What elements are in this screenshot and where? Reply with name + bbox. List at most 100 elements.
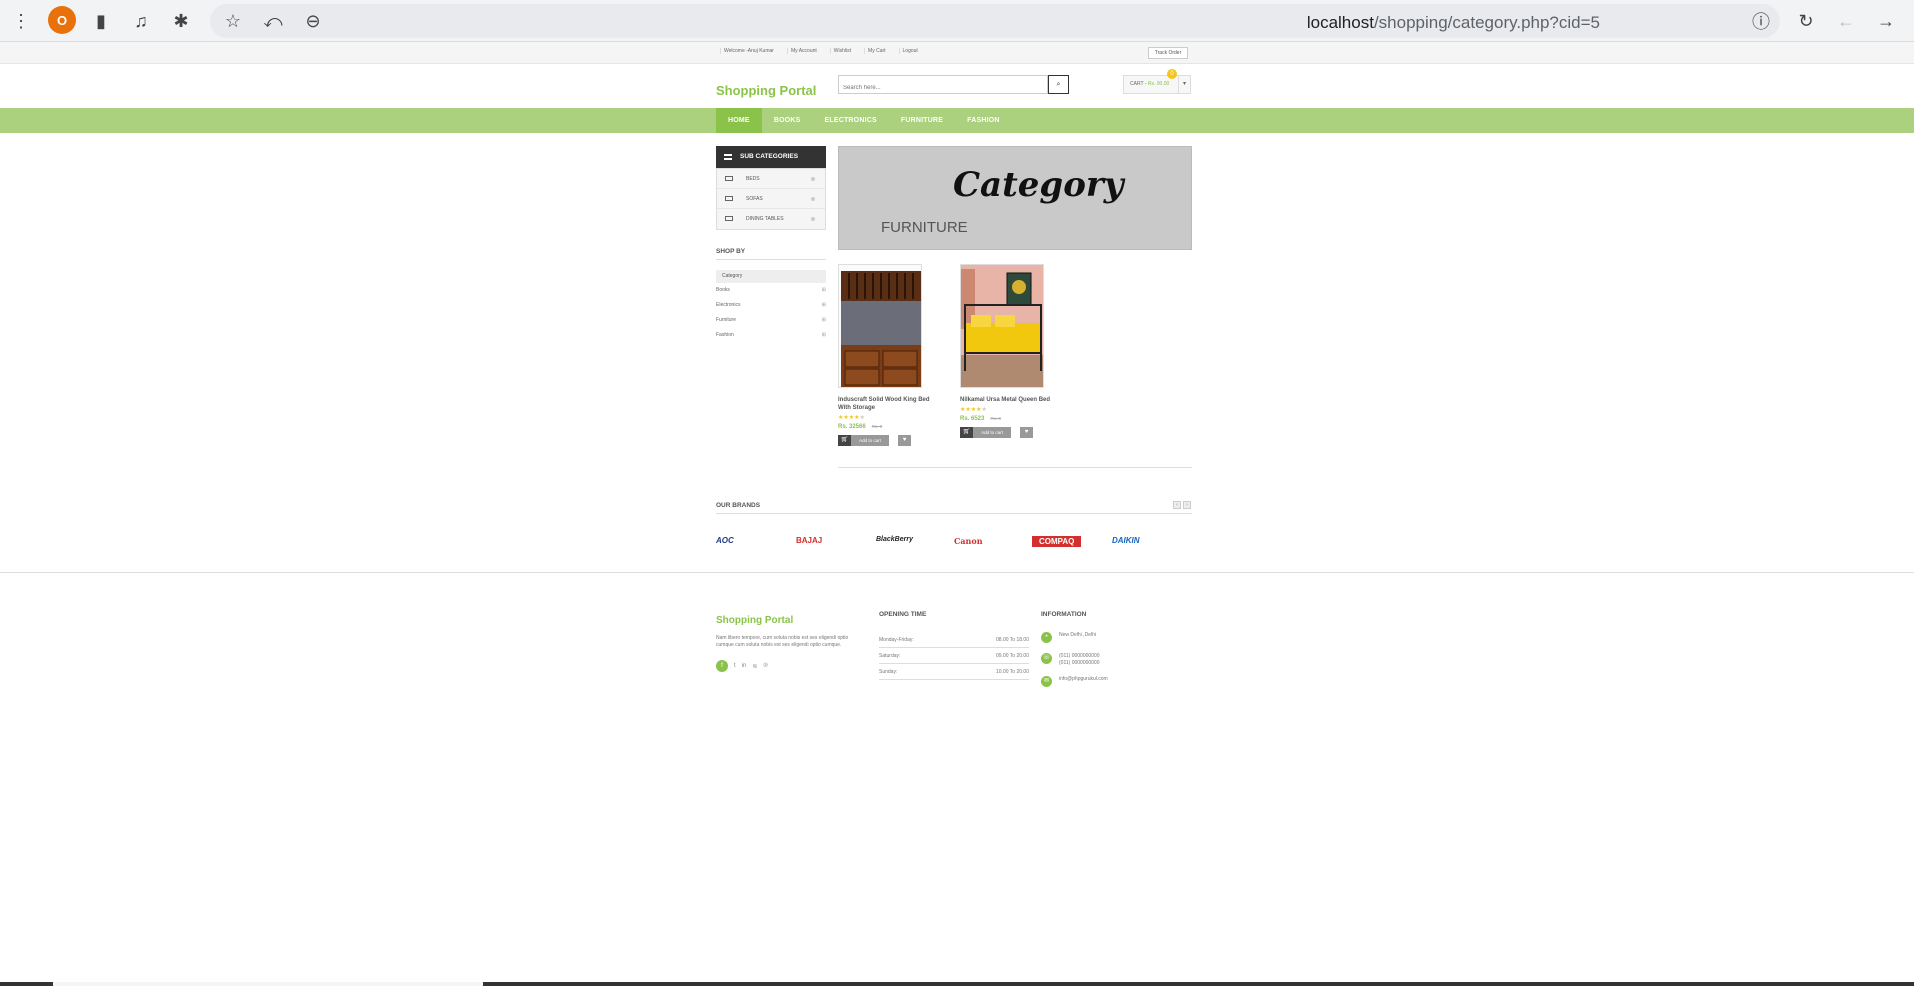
- category-fashion[interactable]: Fashion ⊞: [716, 328, 826, 343]
- opening-hours: Monday-Friday: 08.00 To 18.00 Saturday: 09…: [879, 632, 1029, 680]
- product-image[interactable]: [960, 264, 1044, 388]
- product-name[interactable]: Induscraft Solid Wood King Bed With Stor…: [838, 396, 934, 412]
- nav-fashion[interactable]: FASHION: [955, 108, 1012, 133]
- subcategory-label: SOFAS: [746, 196, 763, 202]
- url-text[interactable]: localhost/shopping/category.php?cid=5: [1307, 13, 1600, 33]
- price-value: Rs. 6523: [960, 416, 985, 422]
- wishlist-heart-icon[interactable]: ♥: [898, 435, 911, 446]
- linkedin-icon[interactable]: in: [742, 663, 747, 669]
- bookmark-star-icon[interactable]: ☆: [220, 8, 246, 34]
- scrollbar-thumb[interactable]: [53, 982, 483, 986]
- sidebar-icon[interactable]: ▮: [88, 8, 114, 34]
- wishlist-link[interactable]: Wishlist: [829, 48, 854, 54]
- rss-icon[interactable]: ≋: [752, 663, 757, 670]
- nav-furniture[interactable]: FURNITURE: [889, 108, 955, 133]
- forward-icon[interactable]: →: [1873, 8, 1899, 34]
- expand-icon: ⊞: [821, 287, 826, 293]
- facebook-icon[interactable]: f: [716, 660, 728, 672]
- search-button[interactable]: ⌕: [1048, 75, 1069, 94]
- chevron-right-icon[interactable]: ›: [1183, 501, 1191, 509]
- site-info-icon[interactable]: ⓘ: [1748, 8, 1774, 34]
- envelope-icon: ✉: [1041, 676, 1052, 687]
- cart-dropdown-icon[interactable]: ▾: [1178, 76, 1190, 93]
- map-pin-icon: •: [1041, 632, 1052, 643]
- pinterest-icon[interactable]: ℗: [763, 663, 767, 669]
- subcategories-title: SUB CATEGORIES: [740, 153, 799, 160]
- search-input[interactable]: [839, 79, 1039, 97]
- phone-text: (011) 0000000000: [1059, 660, 1100, 666]
- category-label: Fashion: [716, 332, 734, 338]
- omnibox[interactable]: ☆ ⤺ ⊖ localhost/shopping/category.php?ci…: [210, 4, 1780, 38]
- hours-row: Sunday: 10.00 To 20.00: [879, 664, 1029, 680]
- hours-row: Monday-Friday: 08.00 To 18.00: [879, 632, 1029, 648]
- bullet-icon: [811, 217, 815, 221]
- subcategory-sofas[interactable]: SOFAS: [717, 189, 825, 209]
- footer-about-text: Nam libero tempore, cum soluta nobis est…: [716, 635, 849, 648]
- nav-books[interactable]: BOOKS: [762, 108, 813, 133]
- chevron-left-icon[interactable]: ‹: [1173, 501, 1181, 509]
- extensions-icon[interactable]: ✱: [168, 8, 194, 34]
- playlist-icon[interactable]: ♫: [128, 8, 154, 34]
- reload-icon[interactable]: ↻: [1793, 8, 1819, 34]
- hours-time: 08.00 To 18.00: [996, 637, 1029, 643]
- subcategory-beds[interactable]: BEDS: [717, 169, 825, 189]
- wishlist-heart-icon[interactable]: ♥: [1020, 427, 1033, 438]
- profile-avatar[interactable]: O: [48, 6, 76, 34]
- product-name[interactable]: Nilkamal Ursa Metal Queen Bed: [960, 396, 1056, 404]
- category-label: Electronics: [716, 302, 741, 308]
- banner-title: Category: [953, 165, 1124, 205]
- product-image[interactable]: [838, 264, 922, 388]
- brand-logo-canon[interactable]: Canon: [954, 536, 983, 546]
- category-label: Books: [716, 287, 730, 293]
- brands-carousel-controls: ‹ ›: [1173, 501, 1191, 509]
- browser-toolbar: ⋮ O ▮ ♫ ✱ ☆ ⤺ ⊖ localhost/shopping/categ…: [0, 0, 1914, 42]
- brand-logo-bajaj[interactable]: BAJAJ: [796, 536, 822, 545]
- back-icon[interactable]: ←: [1833, 8, 1859, 34]
- cart-summary[interactable]: CART - Rs. 00.00 ▾: [1123, 75, 1191, 94]
- web-page: Welcome -Anuj Kumar My Account Wishlist …: [0, 42, 1914, 986]
- phone-row: ☏ (011) 0000000000 (011) 0000000000: [1041, 653, 1191, 667]
- email-row: ✉ info@phpgurukul.com: [1041, 676, 1191, 688]
- my-account-link[interactable]: My Account: [786, 48, 820, 54]
- opening-time-title: OPENING TIME: [879, 611, 927, 618]
- cart-icon[interactable]: 🛒︎: [838, 435, 851, 446]
- expand-icon: ⊞: [821, 317, 826, 323]
- category-furniture[interactable]: Furniture ⊞: [716, 313, 826, 328]
- add-to-cart-button[interactable]: Add to cart: [973, 427, 1011, 438]
- hours-day: Saturday:: [879, 653, 901, 659]
- category-books[interactable]: Books ⊞: [716, 283, 826, 298]
- share-icon[interactable]: ⤺: [260, 8, 286, 34]
- subcategory-label: BEDS: [746, 176, 760, 182]
- category-electronics[interactable]: Electronics ⊞: [716, 298, 826, 313]
- my-cart-link[interactable]: My Cart: [864, 48, 889, 54]
- old-price: Rs. 0: [871, 424, 883, 429]
- brand-logo-compaq[interactable]: COMPAQ: [1032, 536, 1082, 547]
- brand-logo-blackberry[interactable]: BlackBerry: [876, 536, 913, 543]
- logout-link[interactable]: Logout: [898, 48, 921, 54]
- welcome-link[interactable]: Welcome -Anuj Kumar: [720, 48, 777, 54]
- monitor-icon: [725, 196, 733, 201]
- footer-logo[interactable]: Shopping Portal: [716, 615, 793, 626]
- twitter-icon[interactable]: t: [734, 663, 736, 669]
- bottom-scrollbar[interactable]: [0, 982, 1914, 986]
- cart-count-badge: 0: [1167, 69, 1177, 79]
- track-order-button[interactable]: Track Order: [1148, 47, 1188, 59]
- category-filter-label: Category: [716, 270, 826, 283]
- subcategories-header: SUB CATEGORIES: [716, 146, 826, 168]
- subcategory-dining-tables[interactable]: DINING TABLES: [717, 209, 825, 229]
- subcategory-list: BEDS SOFAS DINING TABLES: [716, 168, 826, 230]
- product-grid: Induscraft Solid Wood King Bed With Stor…: [838, 264, 1192, 464]
- brand-logo-aoc[interactable]: AOC: [716, 536, 734, 545]
- cart-value: Rs. 00.00: [1147, 81, 1170, 87]
- site-logo[interactable]: Shopping Portal: [716, 83, 816, 98]
- brand-logo-daikin[interactable]: DAIKIN: [1112, 536, 1140, 545]
- email-link[interactable]: info@phpgurukul.com: [1059, 676, 1108, 682]
- add-to-cart-button[interactable]: Add to cart: [851, 435, 889, 446]
- cart-icon[interactable]: 🛒︎: [960, 427, 973, 438]
- nav-home[interactable]: HOME: [716, 108, 762, 133]
- rating-stars: ★★★★★: [960, 407, 987, 413]
- nav-electronics[interactable]: ELECTRONICS: [812, 108, 888, 133]
- zoom-icon[interactable]: ⊖: [300, 8, 326, 34]
- information-title: INFORMATION: [1041, 611, 1087, 618]
- menu-dots-icon[interactable]: ⋮: [8, 8, 34, 34]
